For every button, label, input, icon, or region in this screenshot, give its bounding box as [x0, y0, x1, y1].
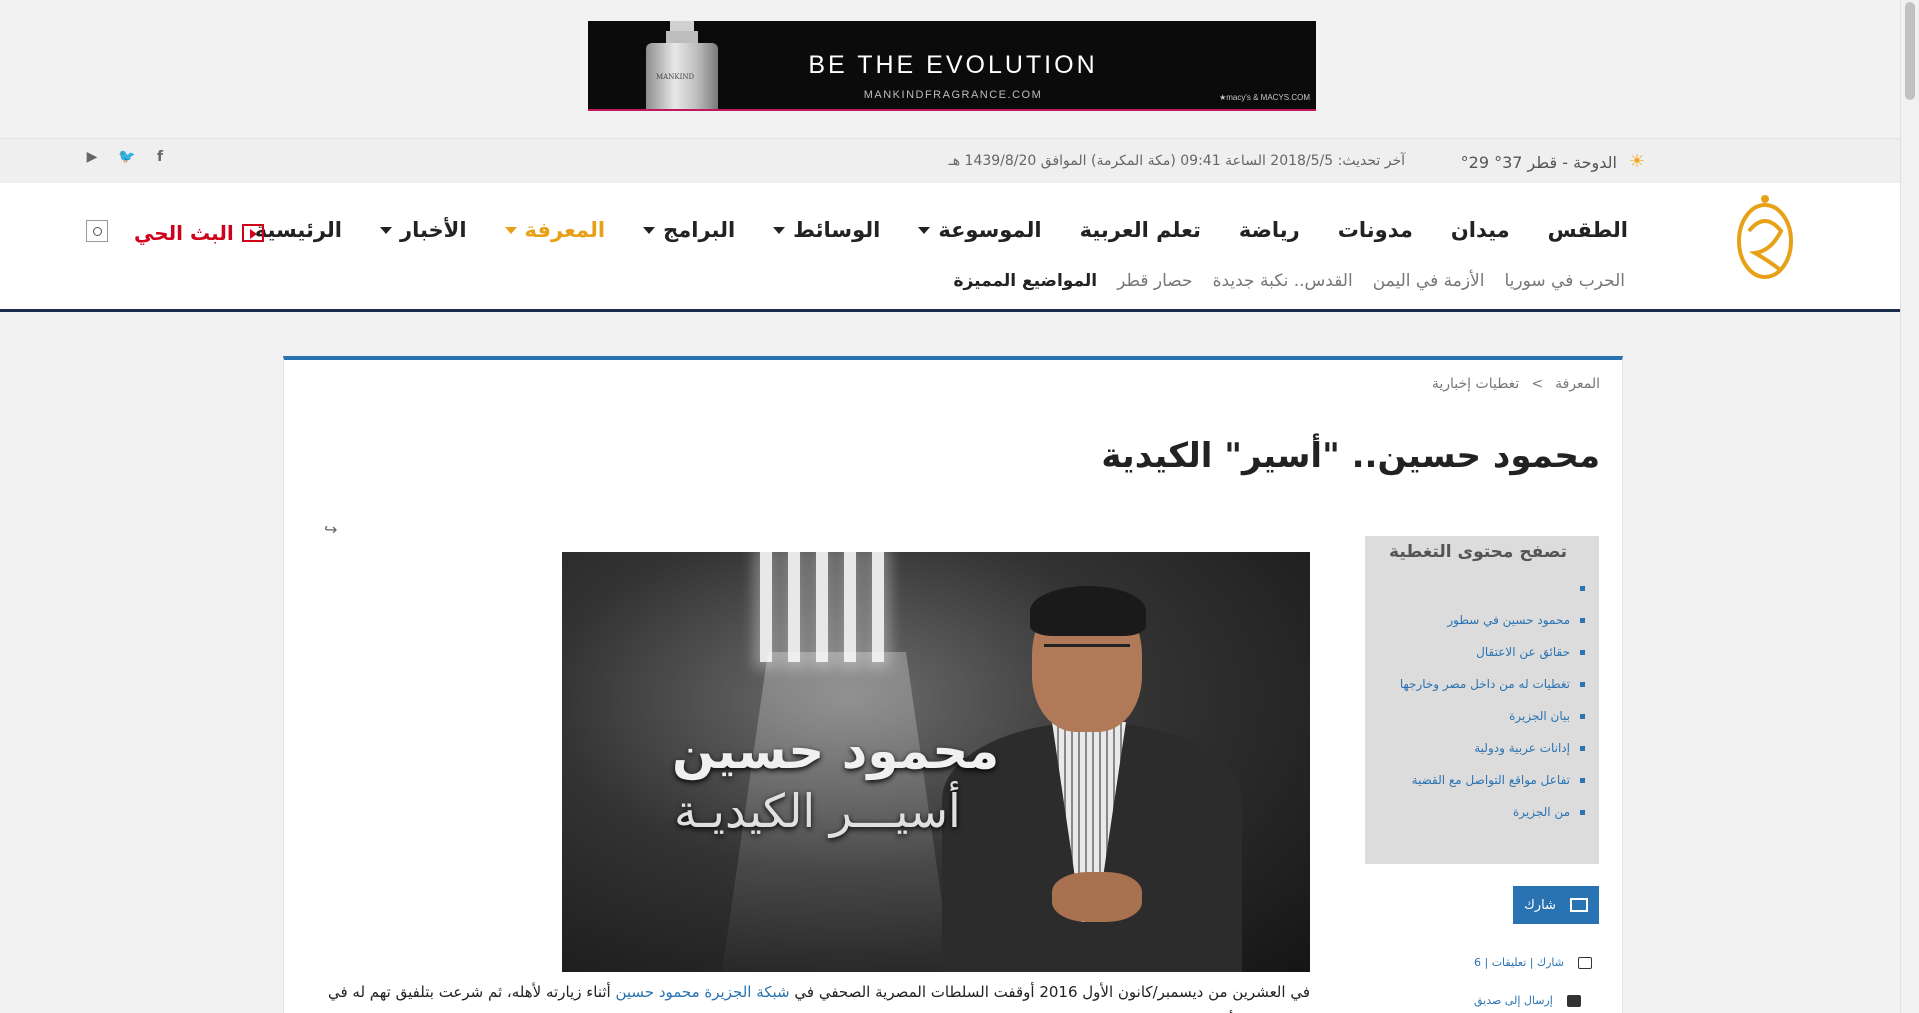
nav-item-learn-arabic[interactable]: تعلم العربية [1080, 218, 1201, 242]
share-icon [1569, 898, 1588, 912]
nav-item-home[interactable]: الرئيسية [255, 218, 342, 242]
youtube-icon[interactable]: ▶ [84, 149, 100, 165]
send-to-friend-link[interactable]: إرسال إلى صديق [1474, 994, 1581, 1007]
toc-item[interactable] [1379, 572, 1585, 604]
article-hero-image: محمود حسين أسيـــر الكيديـة [562, 552, 1310, 972]
article-card: المعرفة > تغطيات إخبارية محمود حسين.. "أ… [283, 356, 1623, 1013]
toc-item[interactable]: بيان الجزيرة [1379, 700, 1585, 732]
toc-item[interactable]: حقائق عن الاعتقال [1379, 636, 1585, 668]
chevron-down-icon [773, 226, 786, 234]
facebook-icon[interactable]: f [152, 149, 168, 165]
comments-link[interactable]: شارك | تعليقات | 6 [1474, 956, 1592, 969]
share-button[interactable]: شارك [1513, 886, 1599, 924]
featured-topics: المواضيع المميزة حصار قطر القدس.. نكبة ج… [954, 271, 1625, 291]
toc-list: محمود حسين في سطور حقائق عن الاعتقال تغط… [1379, 572, 1585, 828]
nav-item-programs[interactable]: البرامج [643, 218, 735, 242]
coverage-toc: تصفح محتوى التغطية محمود حسين في سطور حق… [1365, 536, 1599, 864]
ad-sponsor: ★macy's & MACYS.COM [1219, 93, 1310, 102]
featured-topic-yemen[interactable]: الأزمة في اليمن [1373, 271, 1485, 291]
toc-item[interactable]: تغطيات له من داخل مصر وخارجها [1379, 668, 1585, 700]
chevron-down-icon [918, 226, 931, 234]
nav-item-weather[interactable]: الطقس [1548, 218, 1628, 242]
featured-topic-syria[interactable]: الحرب في سوريا [1504, 271, 1625, 291]
mail-icon [1566, 994, 1581, 1007]
article-body: في العشرين من ديسمبر/كانون الأول 2016 أو… [327, 983, 1310, 1013]
toc-item[interactable]: تفاعل مواقع التواصل مع القضية [1379, 764, 1585, 796]
comment-icon [1577, 956, 1592, 969]
hero-text-subtitle: أسيـــر الكيديـة [674, 784, 961, 838]
nav-item-news[interactable]: الأخبار [380, 218, 467, 242]
info-bar: ☀ الدوحة - قطر 37° 29° آخر تحديث: 2018/5… [0, 138, 1900, 183]
sun-icon: ☀ [1628, 151, 1645, 172]
aljazeera-logo[interactable] [1735, 191, 1795, 283]
play-icon [241, 224, 264, 242]
share-arrow-icon[interactable]: ↪ [324, 520, 344, 539]
site-header: الرئيسية الأخبار المعرفة البرامج الوسائط… [0, 183, 1900, 312]
chevron-down-icon [643, 226, 656, 234]
scrollbar-thumb[interactable] [1905, 2, 1915, 100]
breadcrumb-news-coverage[interactable]: تغطيات إخبارية [1432, 376, 1519, 392]
breadcrumb-knowledge[interactable]: المعرفة [1555, 376, 1600, 392]
ad-headline: BE THE EVOLUTION [808, 51, 1098, 79]
toc-item[interactable]: من الجزيرة [1379, 796, 1585, 828]
prison-window-bars [760, 552, 888, 662]
search-icon [92, 226, 102, 236]
page-title: محمود حسين.. "أسير" الكيدية [1101, 436, 1600, 476]
featured-label: المواضيع المميزة [953, 271, 1098, 291]
page-scrollbar[interactable] [1900, 0, 1919, 1013]
nav-item-blogs[interactable]: مدونات [1338, 218, 1413, 242]
ad-banner[interactable]: MANKIND BE THE EVOLUTION MANKINDFRAGRANC… [588, 21, 1316, 111]
toc-item[interactable]: محمود حسين في سطور [1379, 604, 1585, 636]
main-nav: الرئيسية الأخبار المعرفة البرامج الوسائط… [255, 218, 1628, 242]
breadcrumb: المعرفة > تغطيات إخبارية [1432, 376, 1600, 392]
chevron-down-icon [504, 226, 517, 234]
live-label: البث الحي [134, 221, 234, 245]
live-stream-link[interactable]: البث الحي [134, 221, 264, 245]
featured-topic-qatar[interactable]: حصار قطر [1117, 271, 1193, 291]
nav-item-midan[interactable]: ميدان [1451, 218, 1510, 242]
toc-item[interactable]: إدانات عربية ودولية [1379, 732, 1585, 764]
article-link-mahmoud-hussein[interactable]: شبكة الجزيرة محمود حسين [615, 983, 789, 1001]
nav-item-sports[interactable]: رياضة [1239, 218, 1300, 242]
social-links: ▶ 🐦 f [84, 149, 168, 165]
nav-item-media[interactable]: الوسائط [773, 218, 880, 242]
ad-band: MANKIND BE THE EVOLUTION MANKINDFRAGRANC… [0, 0, 1900, 138]
ad-bottle-image: MANKIND [646, 21, 718, 109]
nav-item-encyclopedia[interactable]: الموسوعة [918, 218, 1042, 242]
featured-topic-jerusalem[interactable]: القدس.. نكبة جديدة [1213, 271, 1353, 291]
hero-text-name: محمود حسين [672, 722, 1000, 780]
nav-item-knowledge[interactable]: المعرفة [504, 218, 605, 242]
toc-title: تصفح محتوى التغطية [1389, 542, 1567, 562]
last-update: آخر تحديث: 2018/5/5 الساعة 09:41 (مكة ال… [948, 153, 1405, 169]
chevron-down-icon [380, 226, 392, 234]
search-button[interactable] [86, 220, 108, 242]
weather-widget[interactable]: ☀ الدوحة - قطر 37° 29° [1461, 152, 1645, 172]
twitter-icon[interactable]: 🐦 [118, 149, 135, 165]
weather-text: الدوحة - قطر 37° 29° [1460, 152, 1617, 172]
ad-url: MANKINDFRAGRANCE.COM [863, 89, 1043, 101]
breadcrumb-separator: > [1531, 376, 1544, 392]
